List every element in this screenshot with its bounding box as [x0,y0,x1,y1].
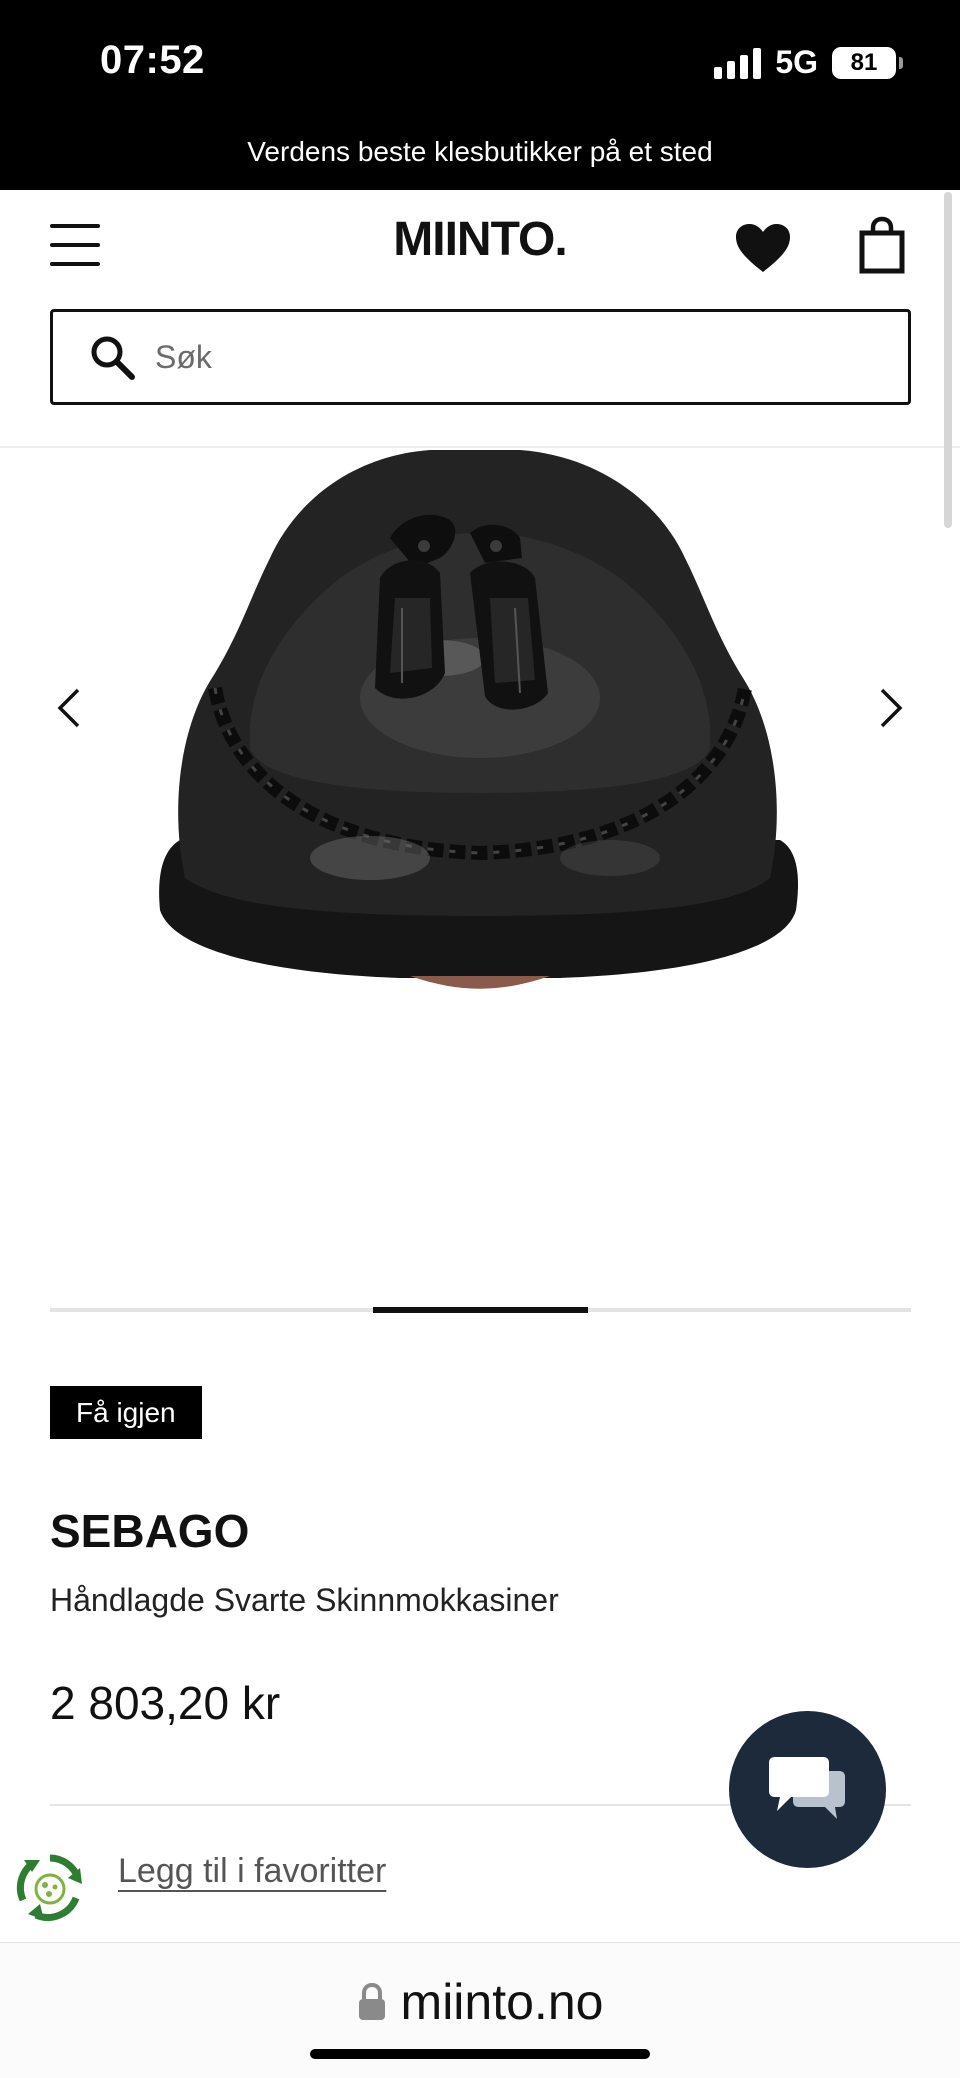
gallery-progress-indicator [372,1307,589,1313]
browser-url[interactable]: miinto.no [401,1974,604,2030]
chat-bubbles-icon [769,1757,845,1819]
product-name: Håndlagde Svarte Skinnmokkasiner [50,1582,559,1618]
signal-icon [714,47,762,79]
cashback-badge: Få igjen [50,1386,202,1439]
add-to-favorites-link[interactable]: Legg til i favoritter [118,1852,386,1891]
status-indicators: 5G 81 [714,44,903,81]
home-indicator[interactable] [310,2049,650,2059]
shopping-bag-icon [859,216,905,274]
favorites-button[interactable] [734,222,792,274]
gallery-prev-button[interactable] [40,668,100,748]
eco-recycle-icon[interactable] [14,1852,86,1924]
gallery-progress [50,1307,911,1313]
battery-level: 81 [850,48,878,76]
product-image[interactable] [140,448,820,1128]
shopping-bag-button[interactable] [858,216,906,274]
search-box[interactable] [50,309,911,405]
product-gallery [0,448,960,1313]
site-header: MIINTO. [0,190,960,300]
battery-icon: 81 [832,46,903,79]
browser-address-bar[interactable]: miinto.no [0,1942,960,2078]
search-icon [91,336,135,380]
status-time: 07:52 [100,38,205,82]
promo-banner: Verdens beste klesbutikker på et sted [0,120,960,190]
product-brand[interactable]: SEBAGO [50,1504,249,1558]
miinto-logo[interactable]: MIINTO. [0,212,960,267]
heart-icon [736,224,790,272]
search-input[interactable] [155,338,855,376]
chevron-right-icon [880,688,903,728]
chevron-left-icon [57,688,80,728]
network-type: 5G [775,44,818,80]
lock-icon [358,1982,385,2020]
product-price: 2 803,20 kr [50,1677,281,1729]
chat-button[interactable] [729,1711,886,1868]
status-bar: 07:52 5G 81 [0,0,960,120]
gallery-next-button[interactable] [862,668,922,748]
